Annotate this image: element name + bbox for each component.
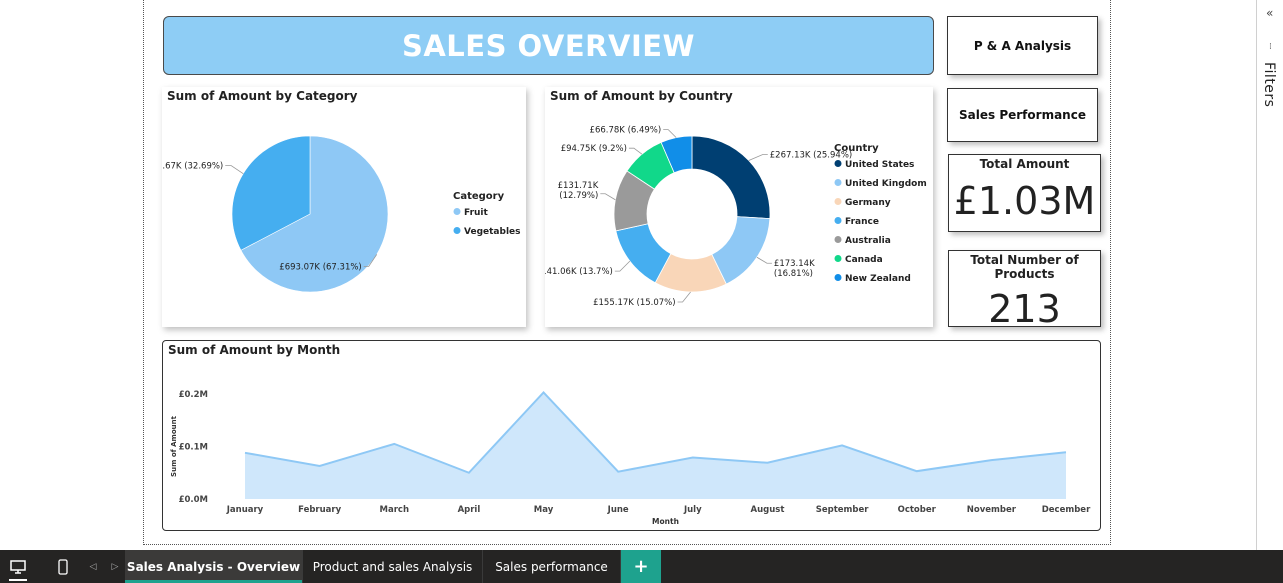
next-page-icon[interactable]: ▷: [108, 550, 122, 583]
donut-data-label: £131.71K (12.79%): [558, 181, 599, 201]
pie-data-label: £693.07K (67.31%): [279, 262, 361, 272]
filters-label[interactable]: Filters: [1261, 62, 1277, 107]
x-tick-label: August: [751, 505, 785, 515]
country-legend-item[interactable]: Germany: [845, 198, 891, 208]
donut-leader-line: [628, 147, 643, 155]
x-tick-label: July: [683, 505, 702, 515]
pie-leader-line: [225, 165, 244, 174]
country-legend-marker[interactable]: [834, 274, 842, 281]
area-fill[interactable]: [245, 392, 1066, 499]
country-legend-item[interactable]: Canada: [845, 255, 883, 265]
donut-data-label: £94.75K (9.2%): [561, 144, 627, 154]
donut-data-label: £173.14K (16.81%): [774, 259, 815, 279]
total-amount-label: Total Amount: [979, 157, 1070, 171]
total-amount-card[interactable]: Total Amount £1.03M: [948, 154, 1101, 232]
x-tick-label: September: [816, 505, 870, 515]
pa-analysis-button[interactable]: P & A Analysis: [947, 16, 1098, 75]
x-tick-label: November: [967, 505, 1017, 515]
y-tick-label: £0.2M: [179, 390, 208, 400]
country-legend-marker[interactable]: [834, 217, 842, 224]
donut-leader-line: [614, 260, 631, 272]
x-tick-label: May: [534, 505, 554, 515]
x-tick-label: December: [1042, 505, 1091, 515]
donut-leader-line: [663, 129, 677, 138]
desktop-view-icon[interactable]: [0, 550, 36, 583]
tab-label: Sales performance: [495, 559, 608, 574]
country-donut-visual[interactable]: Sum of Amount by Country £267.13K (25.94…: [545, 87, 933, 327]
category-legend-item[interactable]: Vegetables: [464, 227, 521, 237]
tab-label: Product and sales Analysis: [312, 559, 473, 574]
category-legend-marker[interactable]: [453, 208, 461, 215]
y-tick-label: £0.1M: [179, 443, 208, 453]
donut-slice[interactable]: [691, 135, 771, 220]
page-title: SALES OVERVIEW: [401, 28, 696, 63]
filter-grip-icon: ⁞: [1269, 42, 1272, 52]
x-tick-label: February: [298, 505, 341, 515]
report-workspace: SALES OVERVIEW P & A Analysis Sales Perf…: [0, 0, 1283, 550]
x-tick-label: January: [226, 505, 264, 515]
category-legend-marker[interactable]: [453, 227, 461, 234]
country-legend-marker[interactable]: [834, 160, 842, 167]
total-products-value: 213: [988, 287, 1061, 331]
category-pie-chart[interactable]: £693.07K (67.31%) £336.67K (32.69%) Catego…: [162, 87, 526, 327]
sales-performance-button[interactable]: Sales Performance: [947, 88, 1098, 142]
collapse-chevron-icon[interactable]: «: [1266, 6, 1273, 20]
country-legend-marker[interactable]: [834, 179, 842, 186]
donut-leader-line: [677, 291, 691, 303]
x-tick-label: October: [898, 505, 937, 515]
country-legend-item[interactable]: Australia: [845, 236, 891, 246]
x-axis-title: Month: [652, 517, 679, 526]
country-legend-marker[interactable]: [834, 255, 842, 262]
add-page-button[interactable]: +: [621, 550, 661, 583]
mobile-view-icon[interactable]: [52, 550, 74, 583]
category-pie-visual[interactable]: Sum of Amount by Category £693.07K (67.3…: [162, 87, 526, 327]
tab-product-and-sales-analysis[interactable]: Product and sales Analysis: [303, 550, 483, 583]
pie-data-label: £336.67K (32.69%): [162, 162, 223, 172]
donut-leader-line: [600, 193, 616, 201]
tab-sales-analysis-overview[interactable]: Sales Analysis - Overview: [125, 550, 303, 583]
tab-sales-performance[interactable]: Sales performance: [483, 550, 621, 583]
page-title-banner: SALES OVERVIEW: [163, 16, 934, 75]
country-legend-marker[interactable]: [834, 198, 842, 205]
month-area-chart[interactable]: £0.0M £0.1M £0.2M January February March April…: [163, 341, 1100, 530]
tab-label: Sales Analysis - Overview: [126, 559, 301, 574]
page-tabs-bar: ◁ ▷ Sales Analysis - Overview Product an…: [0, 550, 1283, 583]
country-legend-title: Country: [834, 143, 879, 154]
donut-data-label: £155.17K (15.07%): [593, 298, 675, 308]
category-legend-item[interactable]: Fruit: [464, 208, 489, 218]
x-tick-label: March: [380, 505, 409, 515]
donut-data-label: £66.78K (6.49%): [590, 126, 662, 136]
total-products-card[interactable]: Total Number of Products 213: [948, 250, 1101, 331]
x-tick-label: April: [458, 505, 481, 515]
x-tick-label: June: [607, 505, 629, 515]
prev-page-icon[interactable]: ◁: [86, 550, 100, 583]
country-donut-chart[interactable]: £267.13K (25.94%)£173.14K (16.81%)£155.17…: [545, 87, 933, 327]
country-legend-item[interactable]: United Kingdom: [845, 179, 927, 189]
donut-leader-line: [756, 256, 772, 264]
country-legend-item[interactable]: New Zealand: [845, 274, 911, 284]
filters-pane[interactable]: « ⁞ Filters: [1257, 0, 1283, 550]
country-legend-marker[interactable]: [834, 236, 842, 243]
y-axis-title: Sum of Amount: [170, 415, 178, 477]
category-legend-title: Category: [453, 191, 505, 202]
donut-data-label: £141.06K (13.7%): [545, 267, 613, 277]
country-legend-item[interactable]: United States: [845, 160, 914, 170]
y-tick-label: £0.0M: [179, 495, 208, 505]
total-products-label: Total Number of Products: [970, 253, 1079, 281]
donut-leader-line: [748, 154, 768, 161]
total-amount-value: £1.03M: [953, 179, 1096, 223]
month-area-visual[interactable]: Sum of Amount by Month £0.0M £0.1M £0.2M Ja…: [162, 340, 1101, 531]
country-legend-item[interactable]: France: [845, 217, 879, 227]
